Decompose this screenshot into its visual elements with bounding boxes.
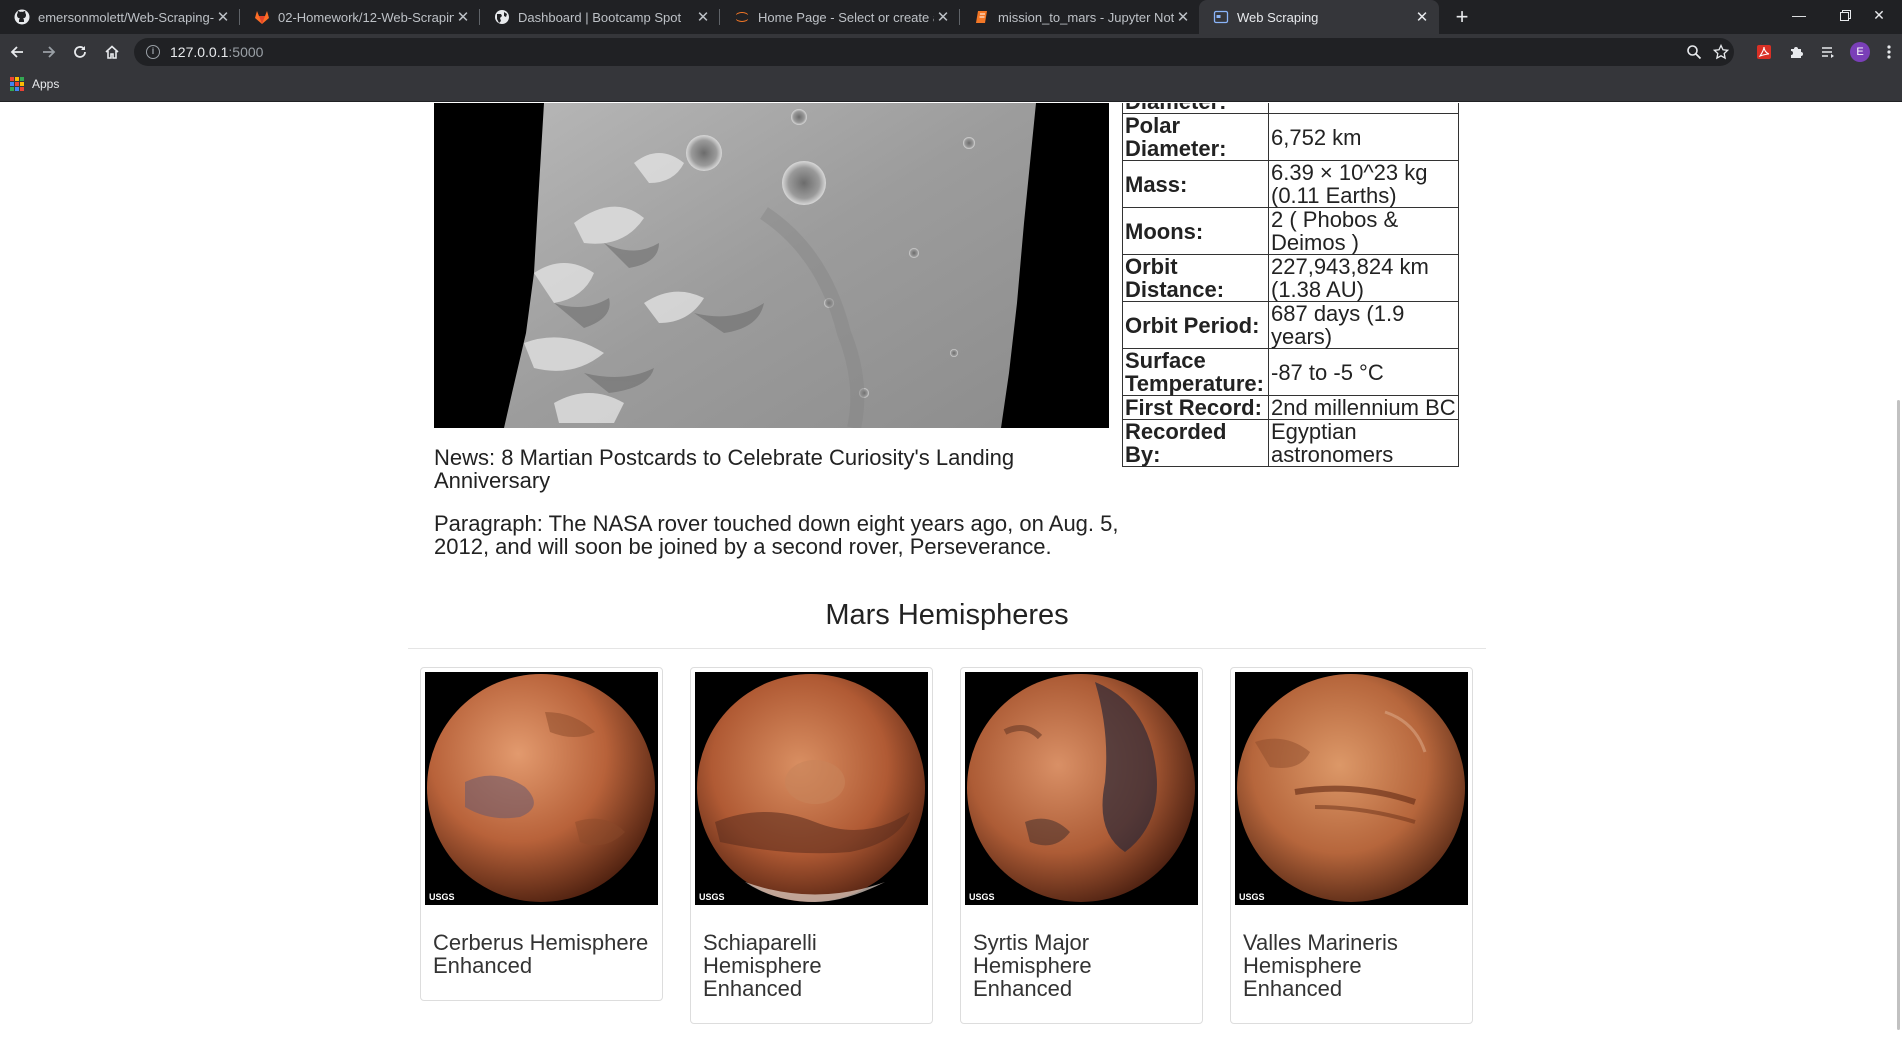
news-paragraph: Paragraph: The NASA rover touched down e… [434, 511, 1119, 559]
page-icon [1213, 9, 1229, 25]
url-text: 127.0.0.1:5000 [170, 44, 264, 60]
address-bar[interactable]: i 127.0.0.1:5000 [134, 38, 1734, 66]
page-viewport: Diameter: Polar Diameter:6,752 km Mass:6… [0, 103, 1902, 1037]
mars-facts-table: Diameter: Polar Diameter:6,752 km Mass:6… [1122, 103, 1459, 467]
acrobat-extension-icon[interactable] [1751, 39, 1777, 65]
table-row: Mass: 6.39 × 10^23 kg (0.11 Earths) [1122, 160, 1459, 208]
tab-title: Home Page - Select or create a n [758, 9, 934, 25]
close-icon[interactable]: ✕ [694, 8, 712, 26]
table-row: First Record: 2nd millennium BC [1122, 395, 1459, 420]
table-row: Recorded By: Egyptian astronomers [1122, 419, 1459, 467]
tab-gitlab[interactable]: 02-Homework/12-Web-Scraping ✕ [240, 0, 480, 34]
hemisphere-card[interactable]: USGS Syrtis Major Hemisphere Enhanced [960, 667, 1203, 1024]
table-row: Diameter: [1122, 103, 1459, 114]
globe-icon [494, 9, 510, 25]
notebook-icon [974, 9, 990, 25]
browser-toolbar: i 127.0.0.1:5000 E [0, 34, 1902, 70]
jupyter-icon [734, 9, 750, 25]
tab-jupyter-home[interactable]: Home Page - Select or create a n ✕ [720, 0, 960, 34]
hemispheres-heading: Mars Hemispheres [825, 599, 1069, 631]
hemisphere-card[interactable]: USGS Valles Marineris Hemisphere Enhance… [1230, 667, 1473, 1024]
close-icon[interactable]: ✕ [214, 8, 232, 26]
close-icon[interactable]: ✕ [934, 8, 952, 26]
featured-mars-image[interactable] [434, 103, 1109, 428]
tab-title: emersonmolett/Web-Scraping-C [38, 9, 214, 25]
tab-title: 02-Homework/12-Web-Scraping [278, 9, 454, 25]
arrow-left-icon [10, 46, 23, 58]
forward-button[interactable] [36, 39, 62, 65]
tab-web-scraping[interactable]: Web Scraping ✕ [1199, 0, 1439, 34]
gitlab-icon [254, 9, 270, 25]
news-title: News: 8 Martian Postcards to Celebrate C… [434, 445, 1015, 493]
back-button[interactable] [4, 39, 30, 65]
table-row: Polar Diameter: 6,752 km [1122, 113, 1459, 161]
hemisphere-title[interactable]: Valles Marineris Hemisphere Enhanced [1243, 931, 1465, 1000]
hemisphere-image[interactable]: USGS [965, 672, 1198, 905]
table-row: Orbit Distance: 227,943,824 km (1.38 AU) [1122, 254, 1459, 302]
apps-grid-icon [10, 77, 24, 91]
hemisphere-image[interactable]: USGS [1235, 672, 1468, 905]
hemisphere-title[interactable]: Cerberus Hemisphere Enhanced [433, 931, 655, 977]
usgs-logo: USGS [699, 892, 725, 902]
close-window-button[interactable]: ✕ [1856, 0, 1902, 30]
hemisphere-title[interactable]: Syrtis Major Hemisphere Enhanced [973, 931, 1195, 1000]
hemisphere-card[interactable]: USGS Schiaparelli Hemisphere Enhanced [690, 667, 933, 1024]
close-icon[interactable]: ✕ [454, 8, 472, 26]
table-row: Orbit Period: 687 days (1.9 years) [1122, 301, 1459, 349]
tab-title: mission_to_mars - Jupyter Noteb [998, 9, 1174, 25]
usgs-logo: USGS [429, 892, 455, 902]
zoom-icon[interactable] [1685, 43, 1703, 61]
reload-icon [74, 46, 86, 58]
hemisphere-image[interactable]: USGS [425, 672, 658, 905]
usgs-logo: USGS [969, 892, 995, 902]
hemisphere-card[interactable]: USGS Cerberus Hemisphere Enhanced [420, 667, 663, 1001]
arrow-right-icon [43, 46, 56, 58]
star-icon[interactable] [1712, 43, 1730, 61]
table-row: Surface Temperature: -87 to -5 °C [1122, 348, 1459, 396]
apps-shortcut[interactable]: Apps [10, 77, 59, 91]
info-icon[interactable]: i [146, 45, 160, 59]
hemisphere-title[interactable]: Schiaparelli Hemisphere Enhanced [703, 931, 925, 1000]
minimize-button[interactable]: — [1776, 0, 1822, 30]
reading-list-icon[interactable] [1815, 39, 1841, 65]
usgs-logo: USGS [1239, 892, 1265, 902]
close-icon[interactable]: ✕ [1413, 8, 1431, 26]
divider [408, 648, 1486, 649]
github-icon [14, 9, 30, 25]
tab-notebook[interactable]: mission_to_mars - Jupyter Noteb ✕ [960, 0, 1200, 34]
menu-kebab-icon[interactable] [1876, 39, 1902, 65]
new-tab-button[interactable]: + [1449, 4, 1475, 30]
apps-label: Apps [32, 77, 60, 91]
home-icon [105, 45, 119, 59]
scrollbar[interactable] [1897, 400, 1900, 1030]
home-button[interactable] [99, 39, 125, 65]
extensions-puzzle-icon[interactable] [1783, 39, 1809, 65]
tab-strip: emersonmolett/Web-Scraping-C ✕ 02-Homewo… [0, 0, 1902, 34]
tab-bootcamp[interactable]: Dashboard | Bootcamp Spot ✕ [480, 0, 720, 34]
tab-title: Dashboard | Bootcamp Spot [518, 9, 682, 25]
tab-title: Web Scraping [1237, 9, 1319, 25]
bookmarks-bar: Apps [0, 70, 1902, 102]
avatar[interactable]: E [1847, 39, 1873, 65]
table-row: Moons: 2 ( Phobos & Deimos ) [1122, 207, 1459, 255]
reload-button[interactable] [67, 39, 93, 65]
tab-github[interactable]: emersonmolett/Web-Scraping-C ✕ [0, 0, 240, 34]
close-icon[interactable]: ✕ [1174, 8, 1192, 26]
hemisphere-image[interactable]: USGS [695, 672, 928, 905]
